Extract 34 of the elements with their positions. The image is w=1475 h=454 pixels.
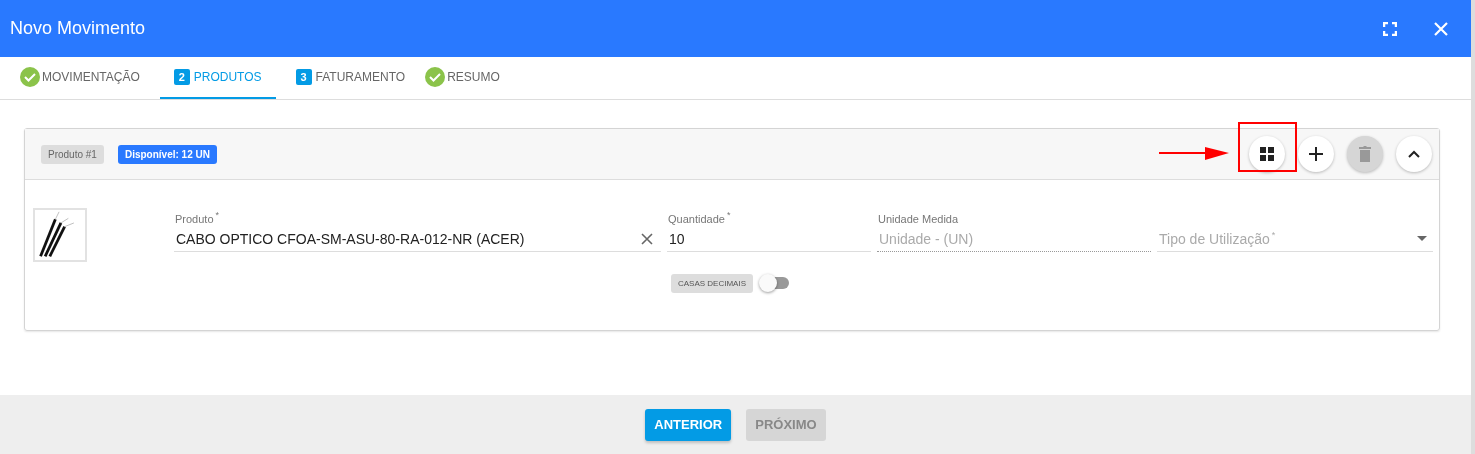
field-label: Quantidade $^{*}$ xyxy=(667,210,732,225)
required-mark: * xyxy=(1271,230,1276,241)
required-mark: * xyxy=(215,210,220,221)
step-number: 2 xyxy=(173,69,190,85)
fullscreen-button[interactable] xyxy=(1383,21,1397,36)
step-number: 3 xyxy=(295,69,312,85)
field-label: Produto $^{*}$ xyxy=(174,210,221,225)
check-circle-icon xyxy=(425,67,446,87)
grid-icon xyxy=(1260,147,1274,161)
dropdown-caret-icon xyxy=(1417,236,1427,242)
input-field[interactable]: Quantidade $^{*}$ 10 xyxy=(667,208,871,252)
step-tab[interactable]: 2 PRODUTOS xyxy=(159,57,276,99)
field-label: Unidade Medida xyxy=(877,213,960,225)
step-tab[interactable]: MOVIMENTAÇÃO xyxy=(20,57,140,99)
chevron-up-icon xyxy=(1408,150,1420,158)
highlight-frame xyxy=(1238,122,1297,172)
required-mark: * xyxy=(726,210,731,221)
plus-icon xyxy=(1309,147,1323,161)
check-circle-icon xyxy=(20,67,40,87)
grid-button[interactable] xyxy=(1249,136,1285,172)
product-tag: Produto #1 xyxy=(41,144,104,164)
close-button[interactable] xyxy=(1433,20,1449,37)
stock-badge: Disponível: 12 UN xyxy=(117,144,217,164)
clear-icon[interactable] xyxy=(641,233,653,245)
step-tab[interactable]: 3 FATURAMENTO xyxy=(295,57,406,99)
toggle-switch[interactable] xyxy=(759,273,791,293)
previous-button[interactable]: ANTERIOR xyxy=(645,408,732,441)
add-button[interactable] xyxy=(1298,136,1334,172)
trash-icon xyxy=(1359,146,1371,162)
window-title: Novo Movimento xyxy=(10,18,147,39)
input-field[interactable]: Produto $^{*}$ CABO OPTICO CFOA-SM-ASU-80-RA-012-NR (ACER) xyxy=(174,208,661,252)
step-tab[interactable]: RESUMO xyxy=(425,57,500,99)
toggle-label: CASAS DECIMAIS xyxy=(671,273,753,293)
collapse-button[interactable] xyxy=(1396,136,1432,172)
